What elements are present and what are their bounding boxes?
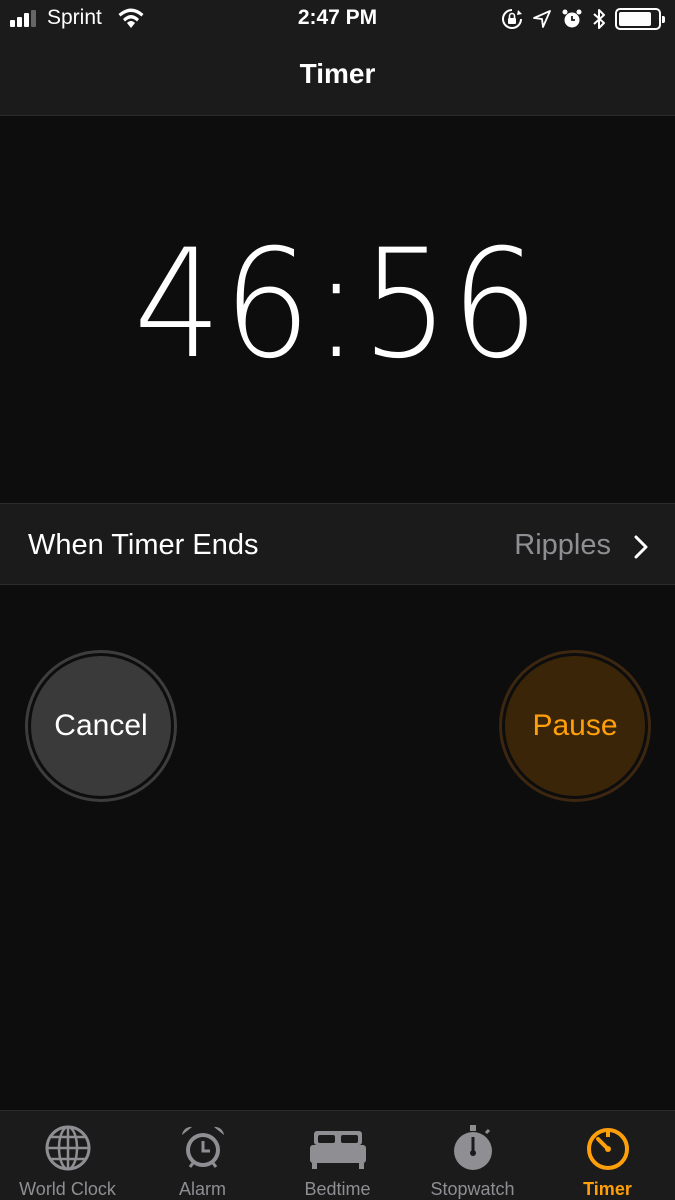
tab-stopwatch[interactable]: Stopwatch [405, 1111, 540, 1200]
tab-bar: World Clock Alarm Bedtime Stopwatch Time… [0, 1110, 675, 1200]
tab-label: Stopwatch [430, 1179, 515, 1199]
tab-label: World Clock [19, 1179, 116, 1199]
alarm-status-icon [562, 9, 582, 28]
when-timer-ends-label: When Timer Ends [28, 529, 259, 561]
timer-remaining: 46:56 [134, 218, 541, 392]
tab-world-clock[interactable]: World Clock [0, 1111, 135, 1200]
pause-button[interactable]: Pause [499, 650, 651, 802]
bluetooth-icon [593, 9, 605, 29]
timer-sound-value: Ripples [514, 529, 611, 561]
when-timer-ends-row[interactable]: When Timer Ends Ripples [0, 503, 675, 585]
stopwatch-icon [453, 1125, 492, 1170]
status-icons [501, 6, 665, 32]
top-bar: Sprint 2:47 PM Timer [0, 0, 675, 116]
bed-icon [309, 1131, 366, 1169]
pause-button-label: Pause [505, 656, 645, 796]
globe-icon [45, 1125, 90, 1171]
battery-fill [619, 12, 651, 26]
cancel-button-label: Cancel [31, 656, 171, 796]
location-arrow-icon [533, 10, 551, 28]
tab-label: Alarm [178, 1179, 226, 1199]
tab-alarm[interactable]: Alarm [135, 1111, 270, 1200]
chevron-right-icon [634, 535, 648, 559]
tab-label: Timer [583, 1179, 632, 1199]
tab-timer[interactable]: Timer [540, 1111, 675, 1200]
alarm-clock-icon [181, 1126, 224, 1168]
timer-icon [586, 1128, 629, 1170]
tab-bedtime[interactable]: Bedtime [270, 1111, 405, 1200]
tab-label: Bedtime [304, 1179, 371, 1199]
battery-icon [615, 8, 665, 30]
timer-countdown: 46:56 [0, 220, 675, 390]
cancel-button[interactable]: Cancel [25, 650, 177, 802]
status-bar: Sprint 2:47 PM [0, 0, 675, 38]
page-title: Timer [299, 58, 376, 89]
orientation-lock-icon [502, 9, 522, 29]
